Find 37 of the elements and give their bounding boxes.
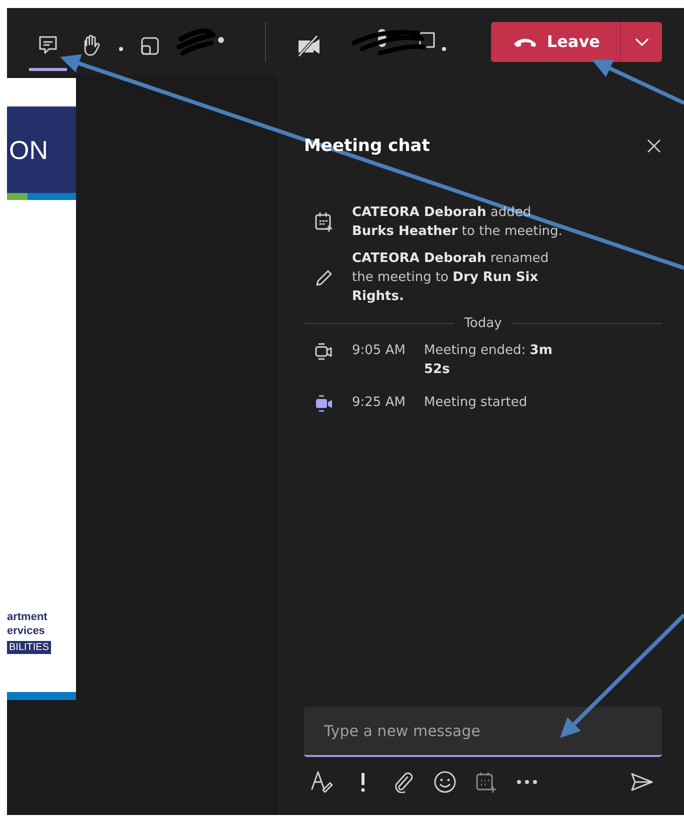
schedule-button[interactable] [474,770,498,794]
video-camera-icon [314,393,334,413]
smiley-icon [434,771,456,793]
calendar-add-icon [314,212,334,232]
more-icon [517,780,537,784]
event-time: 9:25 AM [352,394,406,412]
event-message: CATEORA Deborah renamed the meeting to Dry Run Six Rights. [352,250,550,306]
slide-text: ervices [7,624,45,638]
pencil-icon [314,268,334,288]
calendar-add-icon [476,772,496,792]
dot-icon [119,46,123,50]
event-message: Meeting started [424,394,528,412]
format-icon [311,771,333,793]
leave-button[interactable]: Leave [490,22,620,62]
slide-heading: ON [9,134,48,166]
chat-icon [38,36,58,55]
emoji-button[interactable] [433,770,457,794]
dot-icon [442,46,446,50]
share-tray-icon [141,36,159,54]
video-camera-icon [314,341,334,361]
event-time: 9:05 AM [352,342,406,360]
send-icon [631,773,653,791]
slide-stripe [7,193,76,200]
camera-off-icon [298,34,320,56]
chevron-down-icon [634,38,648,46]
hand-icon [83,35,101,56]
exclamation-icon [361,772,365,792]
event-message: Meeting ended: 3m 52s [424,342,554,379]
message-input[interactable]: Type a new message [304,707,662,757]
slide-text: artment [7,610,48,624]
close-icon [646,138,662,154]
format-button[interactable] [310,770,334,794]
paperclip-icon [394,771,414,793]
slide-badge: BILITIES [7,641,52,654]
slide-stripe [7,692,76,700]
date-divider: Today [464,316,502,331]
close-button[interactable] [646,138,662,154]
